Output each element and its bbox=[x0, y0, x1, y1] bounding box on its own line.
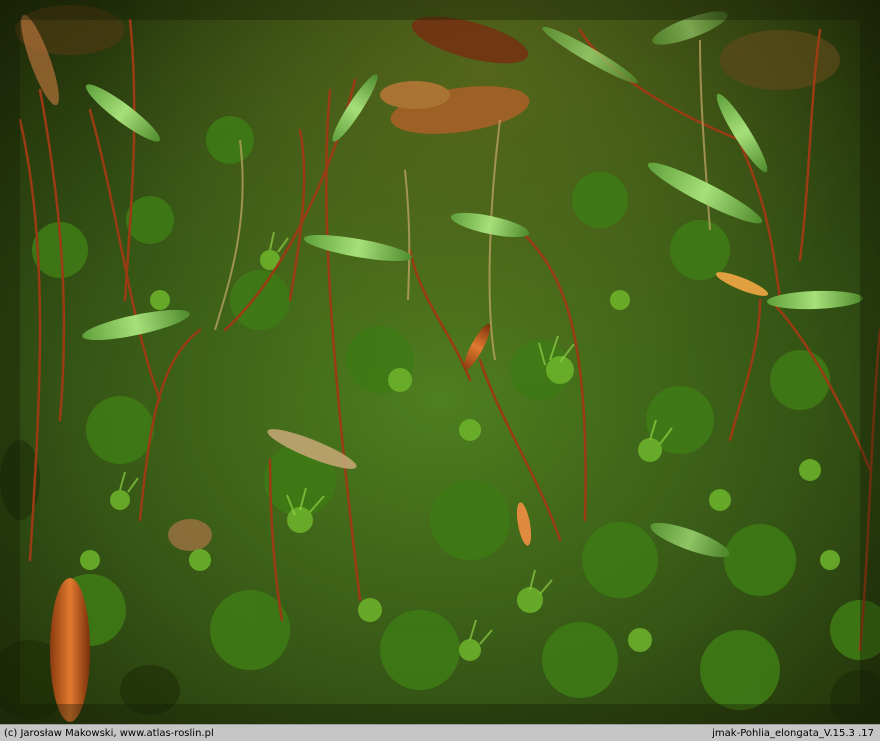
moss-scene bbox=[0, 0, 880, 724]
moss-photograph bbox=[0, 0, 880, 724]
credit-bar: (c) Jarosław Makowski, www.atlas-roslin.… bbox=[0, 724, 880, 741]
blurred-capsule-foreground bbox=[50, 578, 90, 722]
photo-credit: (c) Jarosław Makowski, www.atlas-roslin.… bbox=[4, 727, 214, 739]
photo-filename: jmak-Pohlia_elongata_V.15.3 .17 bbox=[712, 727, 874, 739]
